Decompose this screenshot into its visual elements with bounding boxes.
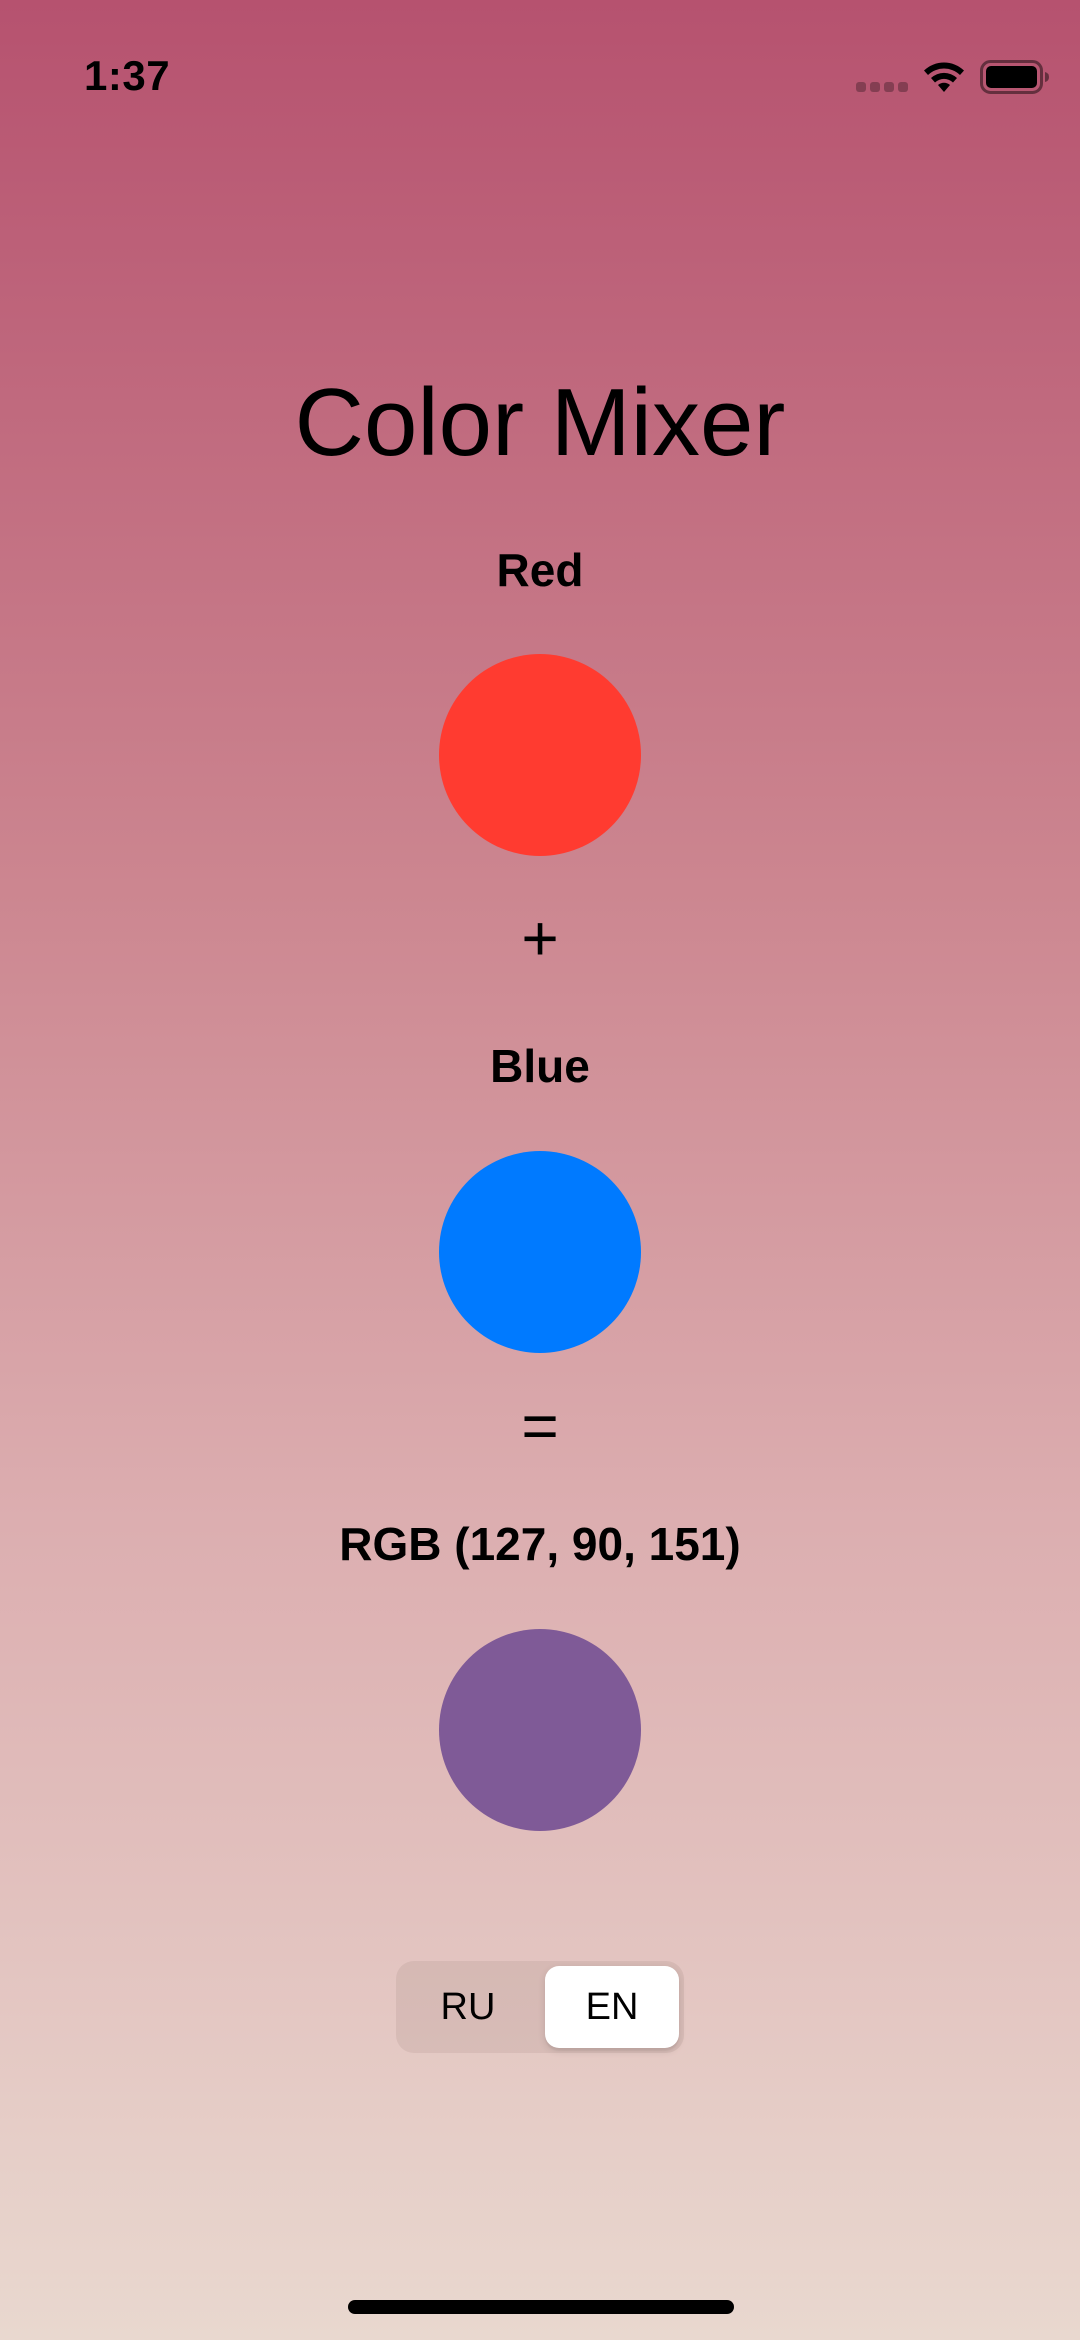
plus-operator: +	[521, 902, 559, 974]
second-color-circle[interactable]	[439, 1151, 641, 1353]
first-color-circle[interactable]	[439, 654, 641, 856]
segment-en[interactable]: EN	[545, 1966, 679, 2048]
battery-icon	[980, 60, 1050, 94]
result-color-circle	[439, 1629, 641, 1831]
result-rgb-label: RGB (127, 90, 151)	[339, 1518, 741, 1570]
first-color-label: Red	[496, 544, 584, 596]
status-time: 1:37	[84, 52, 171, 99]
page-title: Color Mixer	[294, 369, 786, 476]
wifi-icon	[921, 60, 967, 96]
app-screen: 1:37 Color Mixer Red + Blue = RGB (127, …	[0, 0, 1080, 2340]
language-segmented-control: RU EN	[396, 1961, 684, 2053]
second-color-label: Blue	[490, 1040, 590, 1092]
cellular-signal-icon	[856, 82, 908, 92]
equals-operator: =	[521, 1390, 559, 1462]
segment-ru[interactable]: RU	[401, 1966, 535, 2048]
home-indicator[interactable]	[348, 2300, 734, 2314]
